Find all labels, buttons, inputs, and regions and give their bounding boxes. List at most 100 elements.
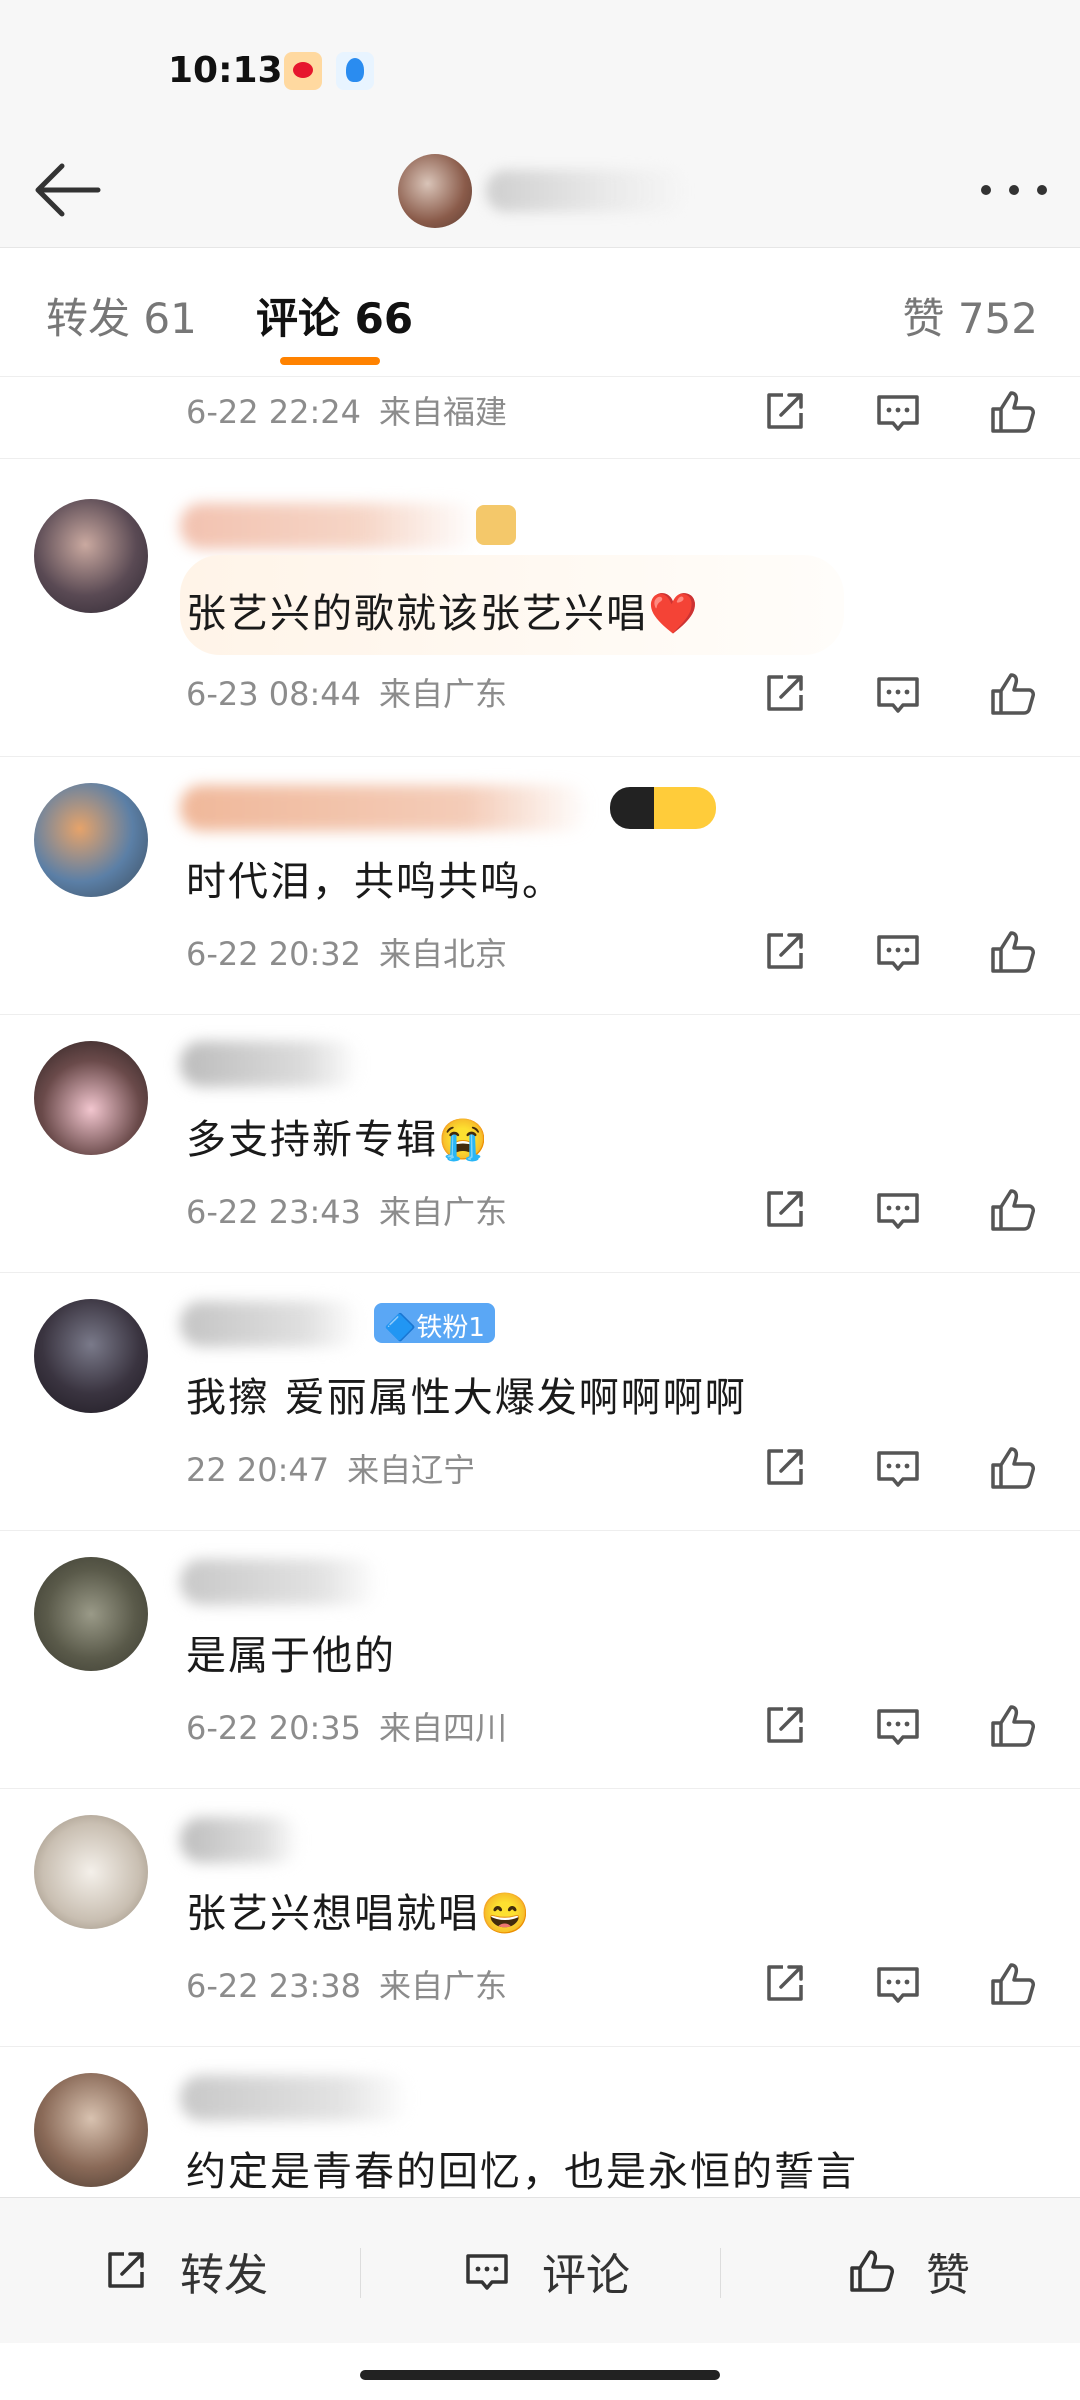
like-icon bbox=[850, 2250, 894, 2292]
comment-location: 来自广东 bbox=[379, 1967, 508, 2005]
comment-item: 时代泪，共鸣共鸣。 6-22 20:32 来自北京 bbox=[0, 757, 1080, 1015]
comment-location: 来自辽宁 bbox=[347, 1451, 476, 1489]
comment-meta: 6-23 08:44 来自广东 bbox=[186, 669, 525, 715]
comment-meta: 6-22 23:38 来自广东 bbox=[186, 1961, 525, 2007]
comment-icon[interactable] bbox=[869, 923, 927, 981]
comment-text: 约定是青春的回忆，也是永恒的誓言 bbox=[186, 2149, 858, 2195]
comment-icon bbox=[466, 2254, 508, 2290]
username-blurred[interactable] bbox=[180, 503, 480, 549]
username-blurred[interactable] bbox=[180, 1817, 300, 1863]
like-icon[interactable] bbox=[983, 1181, 1041, 1239]
share-icon[interactable] bbox=[755, 1439, 813, 1497]
comment-location: 来自四川 bbox=[379, 1709, 508, 1747]
comment-actions bbox=[755, 1955, 1045, 2015]
level-badge bbox=[476, 505, 516, 545]
comment-actions bbox=[755, 1181, 1045, 1241]
comment-text: 是属于他的 bbox=[186, 1633, 396, 1679]
comment-actions bbox=[755, 383, 1045, 443]
tab-comment[interactable]: 评论 66 bbox=[256, 285, 413, 346]
comment-time: 6-22 20:35 bbox=[186, 1709, 362, 1747]
bottom-action-bar: 转发 评论 赞 bbox=[0, 2197, 1080, 2343]
share-icon bbox=[108, 2252, 144, 2288]
tab-like[interactable]: 赞 752 bbox=[902, 285, 1038, 346]
comment-item: 是属于他的 6-22 20:35 来自四川 bbox=[0, 1531, 1080, 1789]
tab-repost[interactable]: 转发 61 bbox=[46, 285, 197, 346]
comment-text: 张艺兴想唱就唱😄 bbox=[186, 1891, 532, 1937]
like-button[interactable]: 赞 bbox=[842, 2240, 970, 2302]
share-icon[interactable] bbox=[755, 383, 813, 441]
share-icon[interactable] bbox=[755, 1955, 813, 2013]
like-icon[interactable] bbox=[983, 923, 1041, 981]
comment-text: 多支持新专辑😭 bbox=[186, 1117, 490, 1163]
share-icon[interactable] bbox=[755, 1697, 813, 1755]
comment-time: 6-22 23:43 bbox=[186, 1193, 362, 1231]
comment-actions bbox=[755, 1439, 1045, 1499]
avatar[interactable] bbox=[34, 1041, 148, 1155]
like-icon[interactable] bbox=[983, 665, 1041, 723]
comment-icon[interactable] bbox=[869, 1697, 927, 1755]
active-tab-indicator bbox=[280, 357, 380, 365]
comment-button[interactable]: 评论 bbox=[458, 2240, 630, 2302]
avatar[interactable] bbox=[34, 1815, 148, 1929]
avatar[interactable] bbox=[34, 1557, 148, 1671]
back-arrow-icon[interactable] bbox=[26, 150, 106, 230]
comment-text: 时代泪，共鸣共鸣。 bbox=[186, 859, 564, 905]
comment-icon[interactable] bbox=[869, 665, 927, 723]
comment-label: 评论 bbox=[542, 2250, 630, 2301]
avatar[interactable] bbox=[34, 2073, 148, 2187]
comment-time: 22 20:47 bbox=[186, 1451, 330, 1489]
username-blurred[interactable] bbox=[180, 1301, 360, 1347]
share-icon[interactable] bbox=[755, 923, 813, 981]
qq-notification-icon bbox=[336, 52, 374, 90]
like-icon[interactable] bbox=[983, 1955, 1041, 2013]
author-name-blurred bbox=[486, 170, 686, 212]
username-blurred[interactable] bbox=[180, 1041, 360, 1087]
status-bar: 10:13 bbox=[0, 0, 1080, 130]
like-icon[interactable] bbox=[983, 383, 1041, 441]
comment-text: 我擦 爱丽属性大爆发啊啊啊啊 bbox=[186, 1375, 747, 1421]
comment-icon[interactable] bbox=[869, 1181, 927, 1239]
comment-location: 来自北京 bbox=[379, 935, 508, 973]
username-blurred[interactable] bbox=[180, 785, 590, 831]
repost-button[interactable]: 转发 bbox=[96, 2240, 268, 2302]
weibo-notification-icon bbox=[284, 52, 322, 90]
status-time: 10:13 bbox=[168, 50, 283, 91]
username-blurred[interactable] bbox=[180, 1559, 380, 1605]
fan-badge: 🔷铁粉1 bbox=[374, 1303, 495, 1343]
username-blurred[interactable] bbox=[180, 2075, 410, 2121]
comment-item-partial: 6-22 22:24 来自福建 bbox=[0, 377, 1080, 459]
comment-text: 张艺兴的歌就该张艺兴唱❤️ bbox=[186, 591, 700, 637]
crown-level-badge bbox=[610, 787, 716, 829]
comment-time: 6-23 08:44 bbox=[186, 675, 362, 713]
comment-location: 来自福建 bbox=[379, 393, 508, 431]
detail-tabs: 转发 61 评论 66 赞 752 bbox=[0, 249, 1080, 377]
avatar[interactable] bbox=[34, 499, 148, 613]
comment-actions bbox=[755, 1697, 1045, 1757]
avatar[interactable] bbox=[34, 783, 148, 897]
share-icon[interactable] bbox=[755, 1181, 813, 1239]
like-icon[interactable] bbox=[983, 1697, 1041, 1755]
comment-location: 来自广东 bbox=[379, 675, 508, 713]
avatar[interactable] bbox=[34, 1299, 148, 1413]
home-indicator[interactable] bbox=[360, 2370, 720, 2380]
divider bbox=[720, 2248, 721, 2298]
comment-icon[interactable] bbox=[869, 383, 927, 441]
author-avatar[interactable] bbox=[398, 154, 472, 228]
comment-meta: 22 20:47 来自辽宁 bbox=[186, 1445, 493, 1491]
comment-time: 6-22 23:38 bbox=[186, 1967, 362, 2005]
comment-meta: 6-22 23:43 来自广东 bbox=[186, 1187, 525, 1233]
comment-location: 来自广东 bbox=[379, 1193, 508, 1231]
like-icon[interactable] bbox=[983, 1439, 1041, 1497]
comment-item: 约定是青春的回忆，也是永恒的誓言 bbox=[0, 2047, 1080, 2197]
comment-list[interactable]: 6-22 22:24 来自福建 张艺兴的歌就该张艺兴唱❤️ 6-23 08:44 来… bbox=[0, 377, 1080, 2197]
top-navigation-bar bbox=[0, 130, 1080, 248]
more-dots-icon[interactable] bbox=[974, 170, 1054, 210]
comment-icon[interactable] bbox=[869, 1955, 927, 2013]
share-icon[interactable] bbox=[755, 665, 813, 723]
comment-meta: 6-22 22:24 来自福建 bbox=[186, 387, 525, 433]
divider bbox=[360, 2248, 361, 2298]
comment-item: 张艺兴想唱就唱😄 6-22 23:38 来自广东 bbox=[0, 1789, 1080, 2047]
comment-actions bbox=[755, 665, 1045, 725]
comment-icon[interactable] bbox=[869, 1439, 927, 1497]
comment-time: 6-22 20:32 bbox=[186, 935, 362, 973]
